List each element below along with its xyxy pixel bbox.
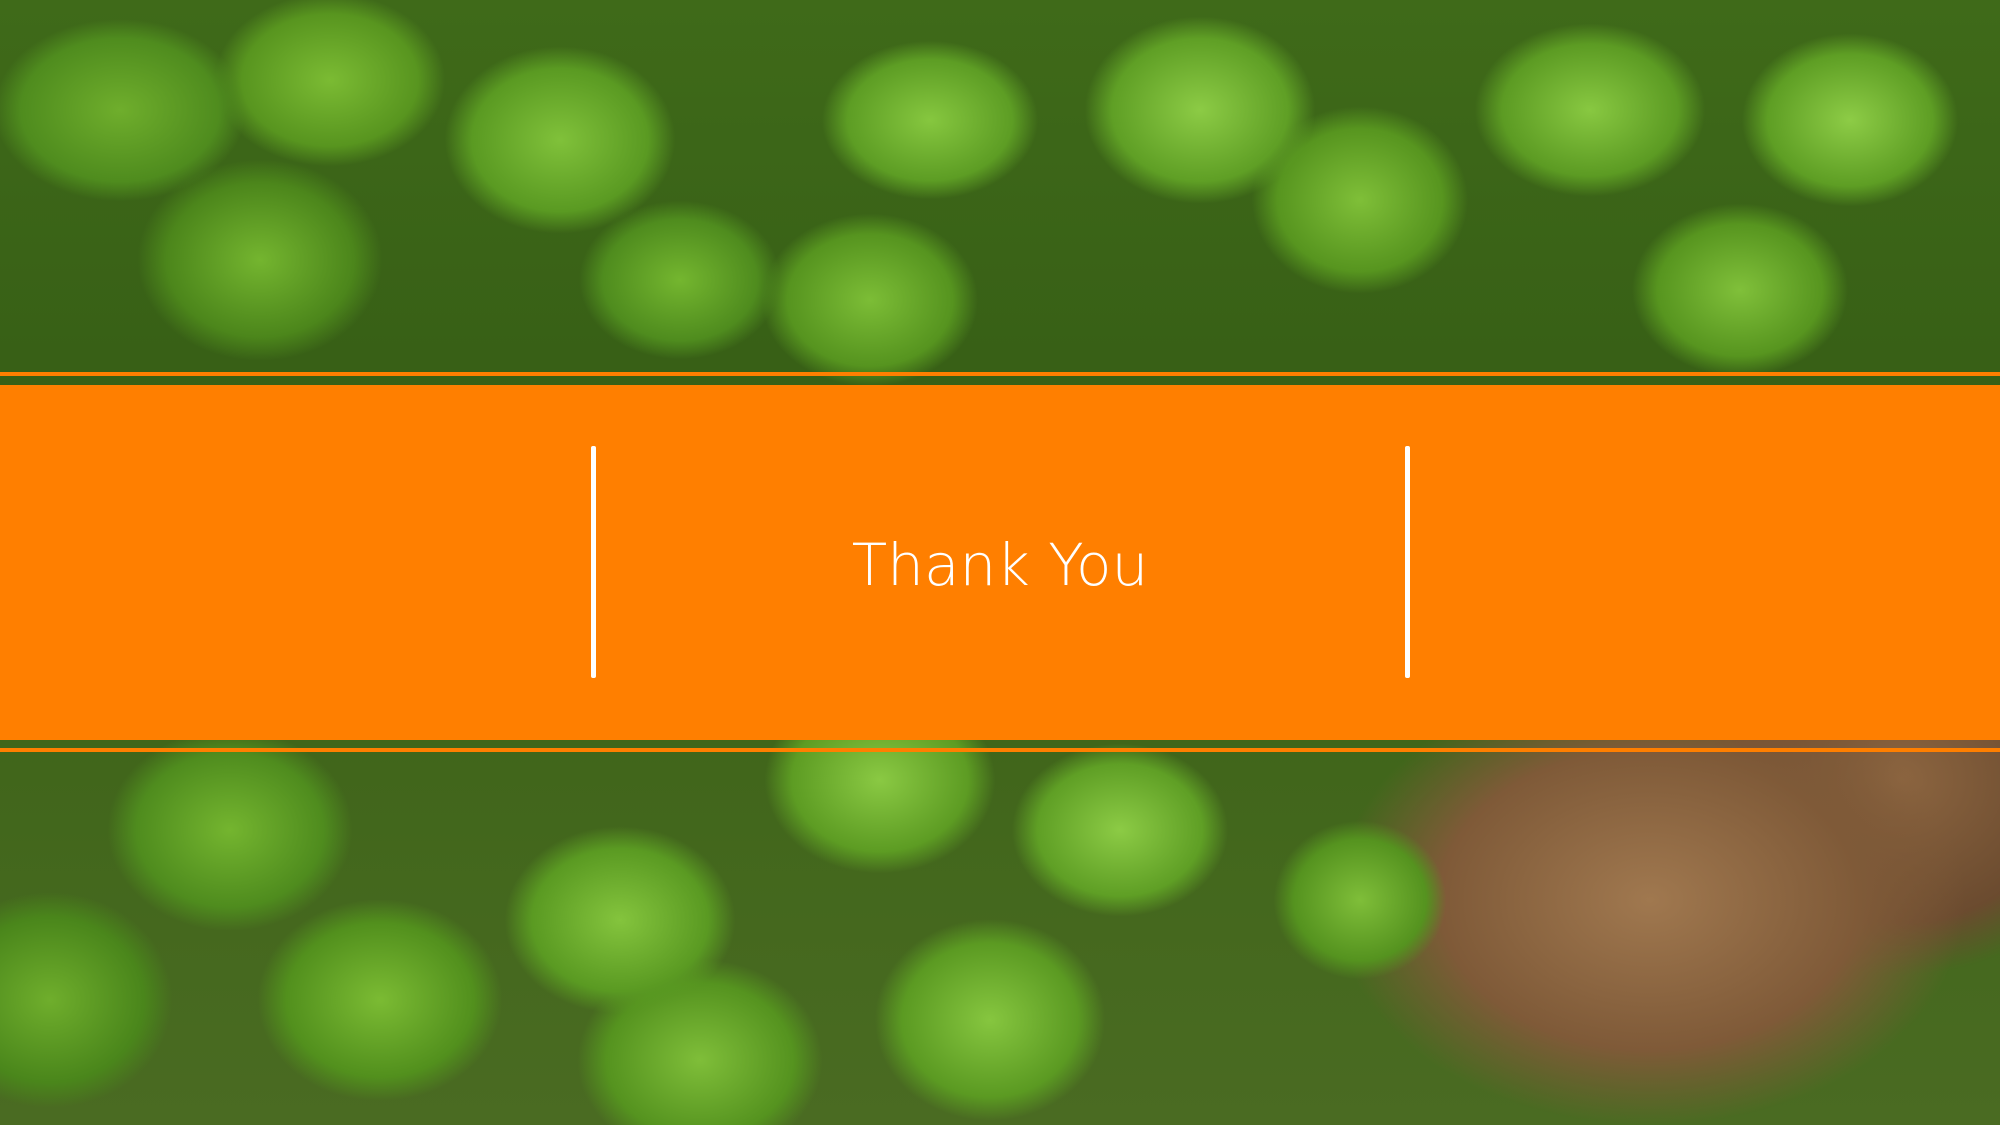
slide-title: Thank You: [851, 531, 1149, 599]
slide: Thank You: [0, 0, 2000, 1125]
accent-line-top: [0, 372, 2000, 376]
right-divider: [1405, 446, 1410, 678]
accent-line-bottom: [0, 748, 2000, 752]
left-divider: [591, 446, 596, 678]
